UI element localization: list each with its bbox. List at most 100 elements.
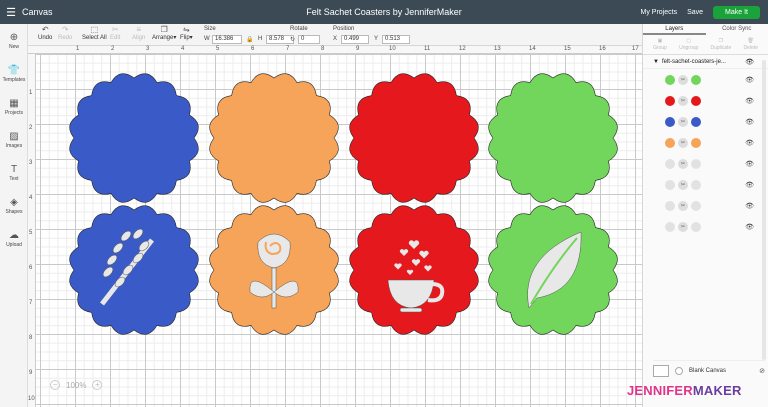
width-field[interactable]: 16.386 [212, 35, 242, 44]
y-position-field[interactable]: 0.513 [382, 35, 410, 44]
zoom-out-button[interactable]: − [50, 380, 60, 390]
eye-hidden-icon[interactable]: ⊘ [759, 367, 765, 375]
sidebar-item-shapes[interactable]: ◈ Shapes [0, 197, 28, 215]
layer-row[interactable]: ✂ 👁 [643, 195, 768, 216]
sidebar-item-templates[interactable]: 👕 Templates [0, 65, 28, 83]
blue-scalloped-coaster[interactable] [69, 73, 199, 203]
layer-color-swatch[interactable] [691, 74, 701, 85]
layer-color-swatch[interactable] [691, 116, 701, 127]
group-button[interactable]: ▣ Group [653, 38, 667, 52]
layer-thumbnail [665, 221, 675, 232]
blank-canvas-row[interactable]: Blank Canvas ⊘ [653, 360, 765, 377]
sidebar-item-new[interactable]: ⊕ New [0, 32, 28, 50]
zoom-in-button[interactable]: + [92, 380, 103, 390]
layer-color-swatch[interactable] [691, 95, 701, 106]
chevron-down-icon: ▾ [173, 35, 177, 41]
layer-thumbnail [665, 137, 675, 148]
position-label: Position [333, 26, 355, 32]
layers-scrollbar[interactable] [762, 60, 766, 360]
plus-icon: ⊕ [9, 32, 19, 43]
delete-button[interactable]: 🗑 Delete [743, 38, 757, 52]
undo-button[interactable]: ↶ Undo [38, 26, 52, 42]
canvas-color-circle[interactable] [675, 366, 683, 375]
cut-operation-icon[interactable]: ✂ [678, 179, 688, 190]
eye-icon[interactable]: 👁 [745, 97, 754, 105]
layer-color-swatch[interactable] [691, 200, 701, 211]
eye-icon[interactable]: 👁 [745, 139, 754, 147]
cut-operation-icon[interactable]: ✂ [678, 74, 688, 85]
redo-button[interactable]: ↷ Redo [58, 26, 72, 42]
duplicate-button[interactable]: ❐ Duplicate [710, 38, 731, 52]
rotate-field[interactable]: 0 [298, 35, 320, 44]
layer-row[interactable]: ✂ 👁 [643, 69, 768, 90]
zoom-control: − 100% + [50, 380, 103, 390]
layer-color-swatch[interactable] [691, 179, 701, 190]
blank-canvas-label: Blank Canvas [689, 367, 727, 374]
blank-canvas-swatch[interactable] [653, 364, 669, 377]
orange-scalloped-coaster[interactable] [209, 73, 339, 203]
green-scalloped-coaster[interactable] [488, 73, 618, 203]
select-all-button[interactable]: ⬚ Select All [82, 26, 107, 42]
height-label: H [258, 36, 263, 42]
top-bar: ☰ Canvas Felt Sachet Coasters by Jennife… [0, 0, 768, 24]
cut-operation-icon[interactable]: ✂ [678, 200, 688, 211]
edit-button[interactable]: ✂ Edit [110, 26, 120, 42]
my-projects-link[interactable]: My Projects [641, 9, 678, 16]
hamburger-menu-icon[interactable]: ☰ [0, 6, 22, 19]
layer-group-header[interactable]: ▼ felt-sachet-coasters-je... 👁 [643, 55, 768, 69]
eye-icon[interactable]: 👁 [745, 223, 754, 231]
text-icon: T [10, 164, 18, 175]
layer-thumbnail [665, 116, 675, 127]
layer-color-swatch[interactable] [691, 221, 701, 232]
layer-row[interactable]: ✂ 👁 [643, 111, 768, 132]
size-label: Size [204, 26, 216, 32]
sidebar-item-images[interactable]: ▨ Images [0, 131, 28, 149]
eye-icon[interactable]: 👁 [745, 76, 754, 84]
layer-thumbnail [665, 200, 675, 211]
rotate-icon: ↻ [290, 37, 296, 43]
make-it-button[interactable]: Make It [713, 5, 760, 19]
cut-operation-icon[interactable]: ✂ [678, 137, 688, 148]
layer-color-swatch[interactable] [691, 158, 701, 169]
blue-scalloped-coaster[interactable] [69, 205, 199, 335]
cut-operation-icon[interactable]: ✂ [678, 158, 688, 169]
group-icon: ▣ [657, 37, 663, 44]
layer-row[interactable]: ✂ 👁 [643, 132, 768, 153]
ungroup-button[interactable]: ▢ Ungroup [679, 38, 698, 52]
shapes-icon: ◈ [10, 197, 18, 208]
layer-group-name: felt-sachet-coasters-je... [661, 58, 726, 65]
layer-color-swatch[interactable] [691, 137, 701, 148]
image-icon: ▨ [9, 131, 19, 142]
arrange-button[interactable]: ❐ Arrange▾ [152, 26, 176, 42]
sidebar-item-upload[interactable]: ☁ Upload [0, 230, 28, 248]
tab-color-sync[interactable]: Color Sync [706, 24, 768, 35]
cut-operation-icon[interactable]: ✂ [678, 116, 688, 127]
eye-icon[interactable]: 👁 [745, 181, 754, 189]
layer-thumbnail [665, 179, 675, 190]
eye-icon[interactable]: 👁 [745, 58, 754, 66]
eye-icon[interactable]: 👁 [745, 160, 754, 168]
layer-row[interactable]: ✂ 👁 [643, 174, 768, 195]
sidebar-item-text[interactable]: T Text [0, 164, 28, 182]
sidebar-item-projects[interactable]: ▦ Projects [0, 98, 28, 116]
shirt-icon: 👕 [7, 65, 21, 76]
layer-row[interactable]: ✂ 👁 [643, 90, 768, 111]
red-scalloped-coaster[interactable] [349, 205, 479, 335]
layer-row[interactable]: ✂ 👁 [643, 153, 768, 174]
cloud-upload-icon: ☁ [9, 230, 19, 241]
eye-icon[interactable]: 👁 [745, 202, 754, 210]
tab-layers[interactable]: Layers [643, 24, 706, 35]
align-button[interactable]: ≡ Align [132, 26, 145, 42]
cut-operation-icon[interactable]: ✂ [678, 95, 688, 106]
save-link[interactable]: Save [687, 9, 703, 16]
width-label: W [204, 36, 210, 42]
x-label: X [333, 36, 338, 42]
eye-icon[interactable]: 👁 [745, 118, 754, 126]
red-scalloped-coaster[interactable] [349, 73, 479, 203]
lock-icon[interactable]: 🔒 [246, 36, 253, 43]
arrange-icon: ❐ [160, 25, 168, 34]
layer-row[interactable]: ✂ 👁 [643, 216, 768, 237]
cut-operation-icon[interactable]: ✂ [678, 221, 688, 232]
x-position-field[interactable]: 0.499 [341, 35, 369, 44]
flip-button[interactable]: ⇋ Flip▾ [180, 26, 193, 42]
